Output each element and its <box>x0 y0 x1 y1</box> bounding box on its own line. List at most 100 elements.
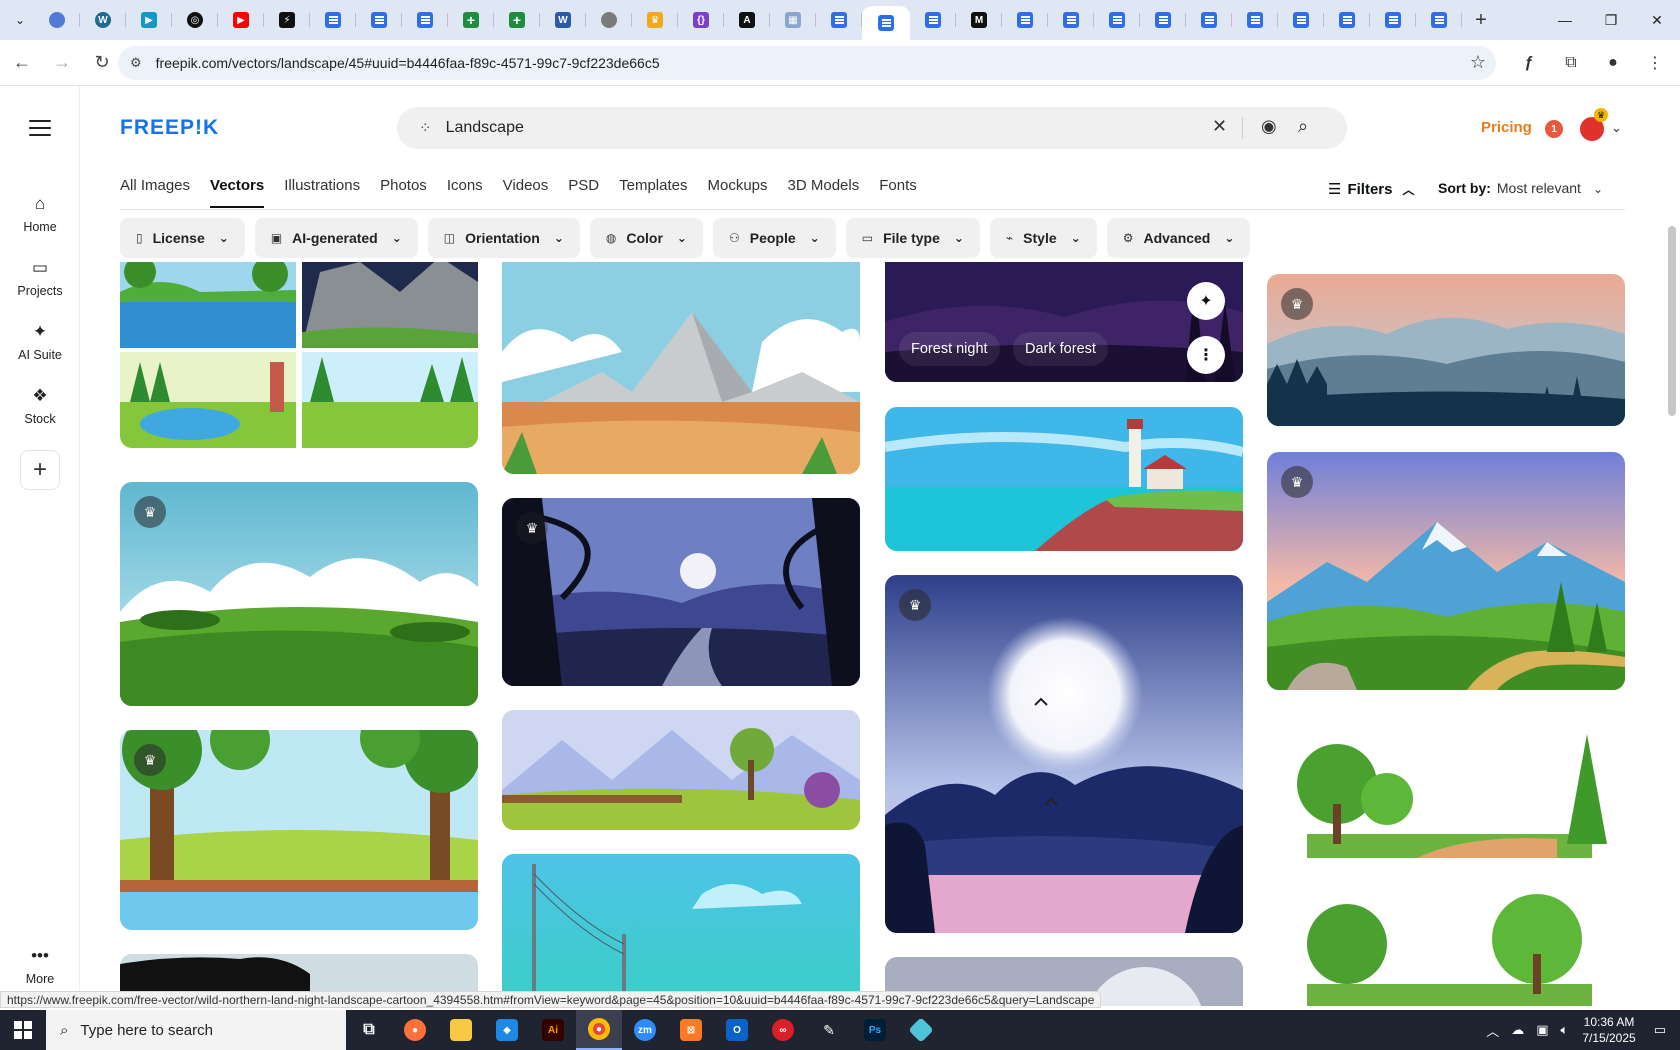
result-card[interactable]: ♛ <box>1267 274 1625 426</box>
pen-tool-icon[interactable]: ✎ <box>806 1010 852 1050</box>
page-scrollbar[interactable] <box>1668 226 1676 416</box>
browser-tab[interactable] <box>310 4 356 36</box>
browser-tab[interactable]: ⚡ <box>264 4 310 36</box>
new-tab-button[interactable]: + <box>1466 5 1496 35</box>
hover-tag[interactable]: Forest night <box>899 332 1000 366</box>
file-explorer-icon[interactable] <box>438 1010 484 1050</box>
result-card[interactable]: ♛ <box>502 498 860 686</box>
result-card[interactable]: ♛ <box>120 730 478 930</box>
minimize-icon[interactable]: — <box>1542 0 1588 40</box>
browser-tab[interactable] <box>356 4 402 36</box>
site-info-icon[interactable]: ⚙ <box>130 55 142 71</box>
result-card[interactable] <box>1267 714 1625 1006</box>
outlook-icon[interactable]: O <box>714 1010 760 1050</box>
browser-tab[interactable]: ◎ <box>172 4 218 36</box>
notification-badge[interactable]: 1 <box>1545 120 1563 138</box>
browser-tab[interactable] <box>1278 4 1324 36</box>
tab-videos[interactable]: Videos <box>503 177 549 208</box>
browser-tab[interactable] <box>862 6 910 40</box>
browser-tab[interactable] <box>1140 4 1186 36</box>
task-view-icon[interactable]: ⧉ <box>346 1010 392 1050</box>
result-card[interactable] <box>502 710 860 830</box>
back-icon[interactable]: ← <box>4 45 40 81</box>
kebab-menu-icon[interactable]: ⋮ <box>1638 46 1672 80</box>
app-icon[interactable] <box>898 1010 944 1050</box>
search-type-icon[interactable]: ⁘ <box>419 119 432 137</box>
filter-chip-people[interactable]: ⚇ People ⌄ <box>712 218 836 258</box>
browser-tab[interactable]: W <box>540 4 586 36</box>
tab-psd[interactable]: PSD <box>568 177 599 208</box>
browser-tab[interactable]: ▦ <box>770 4 816 36</box>
browser-tab[interactable] <box>1048 4 1094 36</box>
result-card[interactable] <box>885 407 1243 551</box>
browser-tab[interactable] <box>586 4 632 36</box>
filters-button[interactable]: ☰ Filters ︿ <box>1328 180 1414 198</box>
onedrive-icon[interactable]: ☁ <box>1511 1022 1524 1038</box>
search-input[interactable]: Landscape <box>446 119 524 137</box>
tab-photos[interactable]: Photos <box>380 177 427 208</box>
browser-tab[interactable] <box>1094 4 1140 36</box>
xampp-icon[interactable]: ⊠ <box>668 1010 714 1050</box>
result-card[interactable]: ♛ <box>1267 452 1625 690</box>
reload-icon[interactable]: ↻ <box>84 45 120 81</box>
taskbar-search[interactable]: ⌕ Type here to search <box>46 1010 346 1050</box>
result-card[interactable]: ♛ <box>885 575 1243 933</box>
tab-mockups[interactable]: Mockups <box>707 177 767 208</box>
result-card[interactable] <box>502 854 860 1006</box>
browser-tab[interactable] <box>1002 4 1048 36</box>
address-bar[interactable]: ⚙ freepik.com/vectors/landscape/45#uuid=… <box>118 46 1496 80</box>
windows-start-icon[interactable] <box>0 1010 46 1050</box>
restore-icon[interactable]: ❐ <box>1588 0 1634 40</box>
system-clock[interactable]: 10:36 AM 7/15/2025 <box>1582 1014 1635 1046</box>
tab-fonts[interactable]: Fonts <box>879 177 917 208</box>
browser-tab[interactable] <box>402 4 448 36</box>
result-card[interactable] <box>502 262 860 474</box>
browser-tab[interactable]: ▶ <box>126 4 172 36</box>
vscode-icon[interactable]: ◆ <box>484 1010 530 1050</box>
tab-illustrations[interactable]: Illustrations <box>284 177 360 208</box>
filter-chip-style[interactable]: ⌁ Style ⌄ <box>989 218 1097 258</box>
browser-tab[interactable]: ♛ <box>632 4 678 36</box>
sort-dropdown[interactable]: Sort by: Most relevant ⌄ <box>1438 180 1603 196</box>
browser-tab[interactable]: A <box>724 4 770 36</box>
chevron-up-icon[interactable]: ︿ <box>1486 1021 1499 1040</box>
result-card[interactable]: ♛ <box>120 482 478 706</box>
chrome-icon[interactable]: ● <box>576 1010 622 1050</box>
more-options-button[interactable]: ⋮ <box>1187 336 1225 374</box>
filter-chip-orientation[interactable]: ◫ Orientation ⌄ <box>427 218 580 258</box>
tab-all-images[interactable]: All Images <box>120 177 190 208</box>
profile-icon[interactable]: ● <box>1596 46 1630 80</box>
browser-tab[interactable]: M <box>956 4 1002 36</box>
rail-item-home[interactable]: ⌂ Home <box>0 194 80 234</box>
freepik-logo[interactable]: FREEP!K <box>120 116 219 140</box>
tab-vectors[interactable]: Vectors <box>210 177 265 208</box>
browser-tab[interactable] <box>34 4 80 36</box>
search-icon[interactable]: ⌕ <box>1298 116 1308 137</box>
browser-tab[interactable]: W <box>80 4 126 36</box>
browser-tab[interactable]: ▶ <box>218 4 264 36</box>
network-icon[interactable]: ▣ <box>1536 1022 1548 1038</box>
camera-search-icon[interactable]: ◉ <box>1261 116 1277 137</box>
browser-tab[interactable]: {} <box>678 4 724 36</box>
creative-cloud-icon[interactable]: ∞ <box>760 1010 806 1050</box>
chevron-down-icon[interactable]: ⌄ <box>1611 120 1622 136</box>
browser-tab[interactable] <box>1324 4 1370 36</box>
ai-sparkle-button[interactable]: ✦ <box>1187 282 1225 320</box>
close-icon[interactable]: ✕ <box>1634 0 1680 40</box>
browser-tab[interactable] <box>448 4 494 36</box>
hover-tag[interactable]: Dark forest <box>1013 332 1108 366</box>
puzzle-icon[interactable]: ⧉ <box>1554 46 1588 80</box>
firefox-icon[interactable]: ● <box>392 1010 438 1050</box>
tab-search-icon[interactable]: ⌄ <box>6 6 34 34</box>
search-bar[interactable]: ⁘ Landscape ✕ ◉ ⌕ <box>397 107 1347 149</box>
pricing-link[interactable]: Pricing <box>1481 119 1532 136</box>
bookmark-star-icon[interactable]: ☆ <box>1470 52 1486 73</box>
illustrator-icon[interactable]: Ai <box>530 1010 576 1050</box>
photoshop-icon[interactable]: Ps <box>852 1010 898 1050</box>
browser-tab[interactable] <box>910 4 956 36</box>
browser-tab[interactable] <box>1232 4 1278 36</box>
clear-search-icon[interactable]: ✕ <box>1212 116 1227 137</box>
browser-tab[interactable] <box>1416 4 1462 36</box>
tab-3d-models[interactable]: 3D Models <box>788 177 860 208</box>
browser-tab[interactable] <box>816 4 862 36</box>
